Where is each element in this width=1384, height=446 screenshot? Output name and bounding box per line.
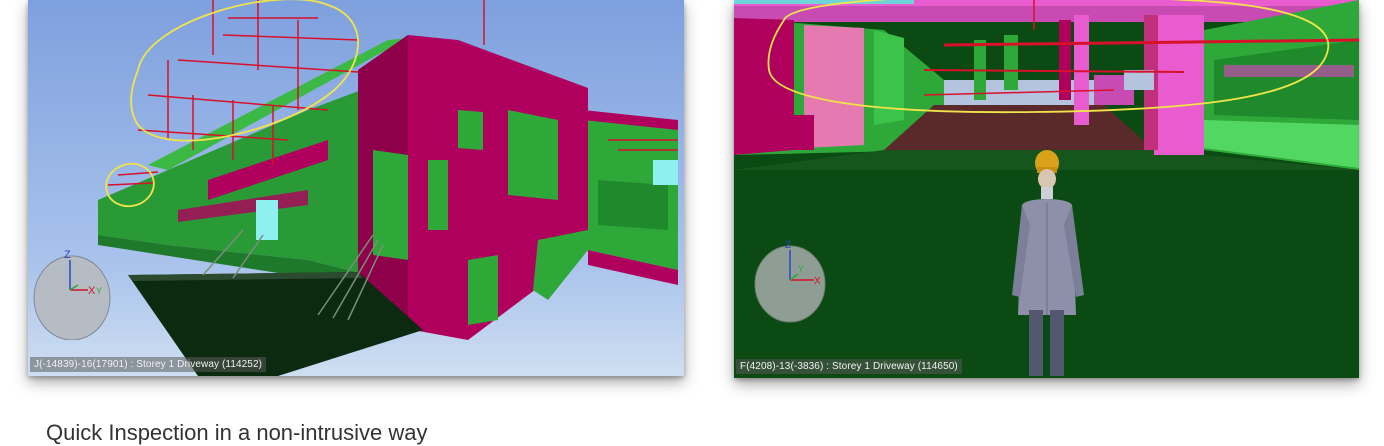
page-caption: Quick Inspection in a non-intrusive way (46, 420, 428, 445)
left-model-scene[interactable] (28, 0, 684, 376)
axis-x-label: X (814, 276, 821, 287)
axis-z-label: Z (64, 249, 71, 261)
left-3d-viewport[interactable]: Z X Y J(-14839)-16(17901) : Storey 1 Dri… (28, 0, 684, 376)
axis-gizmo-icon[interactable]: Z X Y (752, 236, 828, 324)
walkthrough-avatar-icon (1012, 150, 1084, 376)
left-status-bar: J(-14839)-16(17901) : Storey 1 Driveway … (30, 357, 267, 372)
axis-z-label: Z (785, 240, 791, 251)
axis-x-label: X (88, 285, 96, 297)
axis-gizmo-icon[interactable]: Z X Y (30, 240, 114, 340)
axis-y-label: Y (96, 286, 102, 296)
right-status-bar: F(4208)-13(-3836) : Storey 1 Driveway (1… (736, 359, 962, 374)
right-3d-viewport[interactable]: Z X Y F(4208)-13(-3836) : Storey 1 Drive… (734, 0, 1359, 378)
axis-y-label: Y (798, 264, 804, 274)
